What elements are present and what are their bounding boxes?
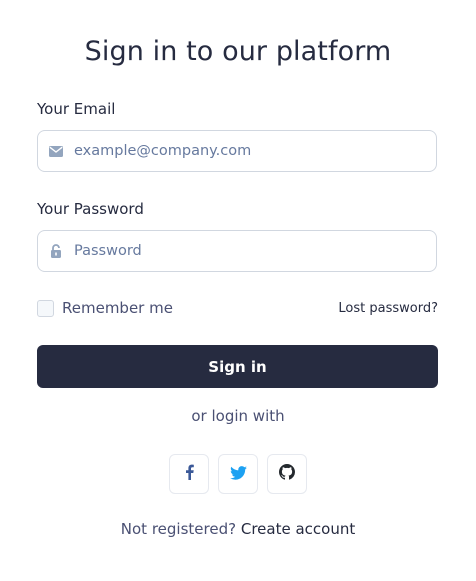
envelope-icon (38, 145, 74, 157)
page-title: Sign in to our platform (84, 36, 392, 67)
email-label: Your Email (37, 100, 116, 118)
password-label: Your Password (37, 200, 144, 218)
github-login-button[interactable] (267, 454, 307, 494)
create-account-link[interactable]: Create account (241, 520, 355, 538)
remember-me[interactable]: Remember me (37, 299, 173, 317)
github-icon (279, 464, 295, 484)
email-input[interactable] (74, 143, 414, 159)
twitter-icon (229, 465, 247, 484)
register-text: Not registered? (120, 520, 237, 538)
remember-me-label[interactable]: Remember me (62, 299, 173, 317)
sign-in-button[interactable]: Sign in (37, 345, 438, 388)
lock-icon (38, 244, 74, 258)
sign-in-page: Sign in to our platform Your Email Your … (0, 0, 476, 581)
remember-me-checkbox[interactable] (37, 299, 54, 317)
twitter-login-button[interactable] (218, 454, 258, 494)
lost-password-link[interactable]: Lost password? (338, 301, 438, 316)
facebook-icon (185, 464, 194, 484)
alt-login-text: or login with (191, 407, 285, 425)
password-field-container[interactable] (37, 230, 437, 272)
facebook-login-button[interactable] (169, 454, 209, 494)
register-prompt: Not registered? Create account (0, 520, 476, 538)
social-login-group (0, 454, 476, 494)
password-input[interactable] (74, 243, 414, 259)
email-field-container[interactable] (37, 130, 437, 172)
